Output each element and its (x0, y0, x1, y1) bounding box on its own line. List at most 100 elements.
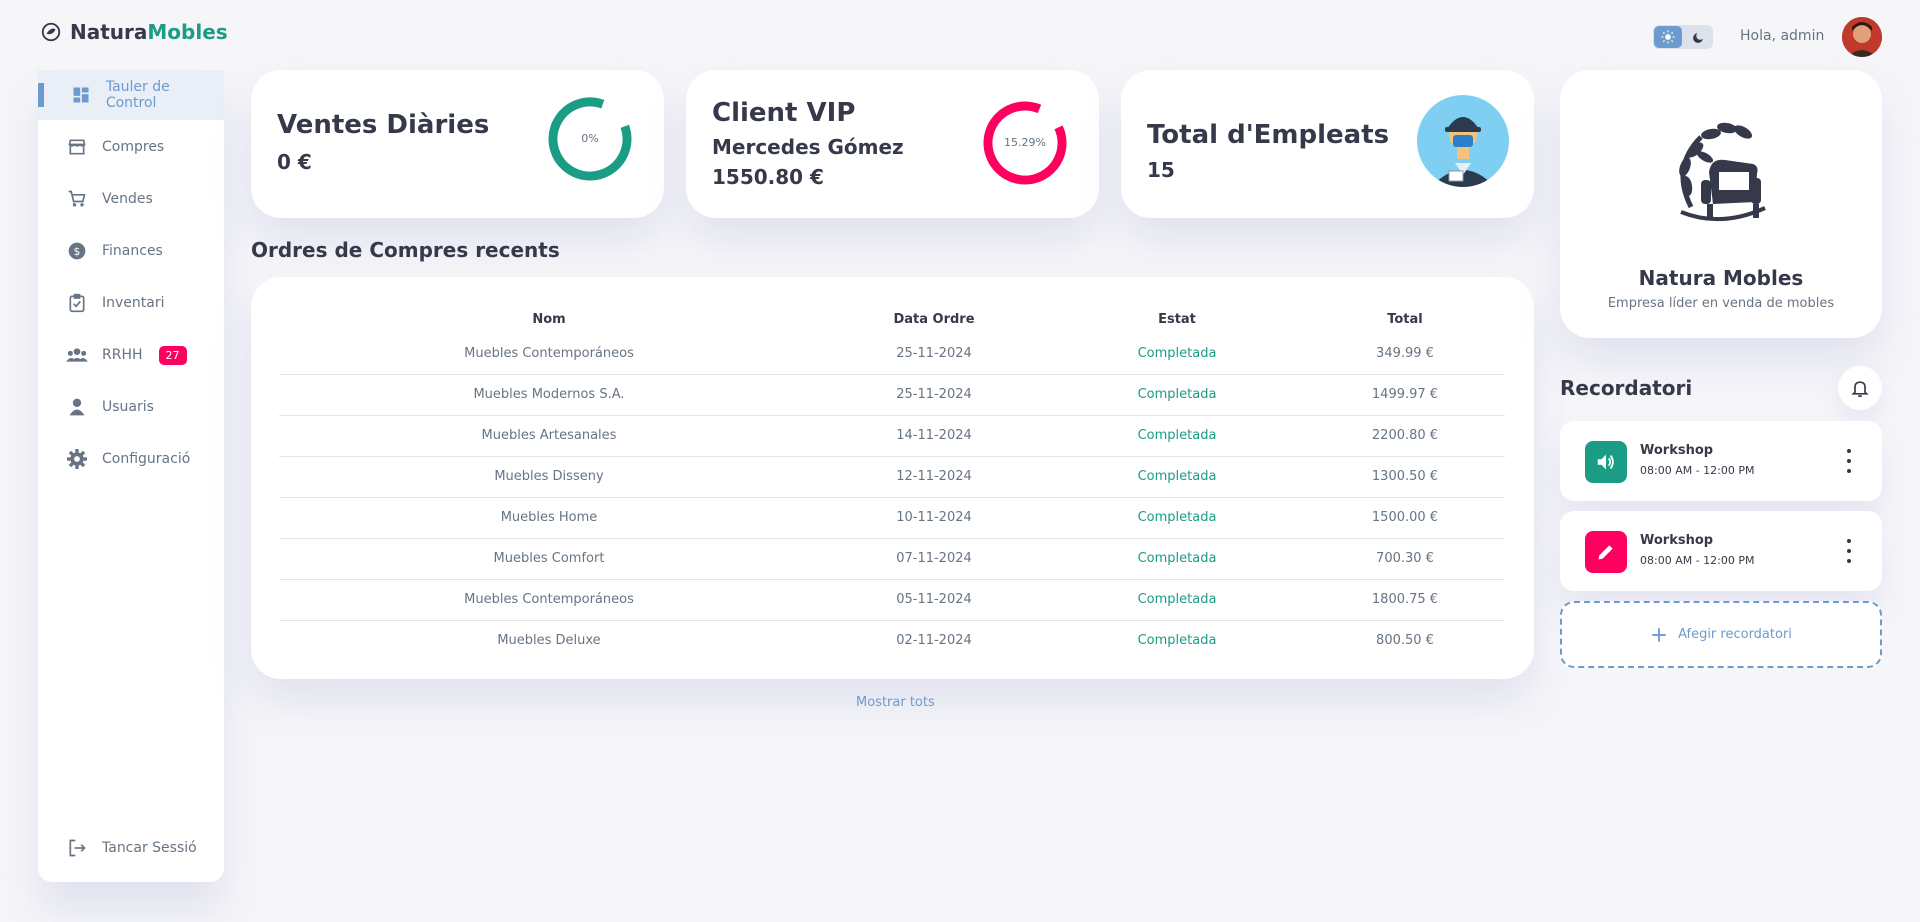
reminders-title: Recordatori (1560, 376, 1693, 400)
brand-name: NaturaMobles (70, 20, 228, 44)
volume-icon (1585, 441, 1627, 483)
order-status: Completada (1049, 456, 1305, 498)
add-reminder-label: Afegir recordatori (1678, 627, 1792, 642)
more-options-icon[interactable] (1846, 539, 1852, 563)
order-name: Muebles Modernos S.A. (279, 374, 819, 416)
sun-icon (1661, 30, 1675, 44)
order-date: 07-11-2024 (819, 538, 1049, 580)
dark-mode-button[interactable] (1684, 26, 1712, 48)
brand-logo[interactable]: NaturaMobles (40, 20, 228, 44)
sidebar-item-label: Usuaris (102, 399, 154, 415)
order-date: 25-11-2024 (819, 374, 1049, 416)
moon-icon (1692, 32, 1703, 43)
more-options-icon[interactable] (1846, 449, 1852, 473)
order-date: 12-11-2024 (819, 456, 1049, 498)
order-total: 1499.97 € (1305, 374, 1505, 416)
order-date: 14-11-2024 (819, 415, 1049, 457)
sidebar-item-label: Inventari (102, 295, 165, 311)
table-row[interactable]: Muebles Contemporáneos 25-11-2024 Completa… (279, 333, 1505, 375)
svg-text:$: $ (74, 245, 81, 258)
notification-badge: 27 (158, 345, 187, 365)
reminder-time: 08:00 AM - 12:00 PM (1640, 554, 1755, 567)
sidebar-item-sales[interactable]: Vendes (38, 174, 224, 224)
order-total: 2200.80 € (1305, 415, 1505, 457)
sidebar-item-users[interactable]: Usuaris (38, 382, 224, 432)
table-row[interactable]: Muebles Artesanales 14-11-2024 Completada 2… (279, 415, 1505, 457)
order-status: Completada (1049, 497, 1305, 539)
clipboard-check-icon (66, 292, 88, 314)
daily-sales-value: 0 € (277, 150, 312, 174)
user-avatar[interactable] (1842, 17, 1882, 57)
order-status: Completada (1137, 633, 1217, 649)
cart-icon (66, 188, 88, 210)
add-reminder-button[interactable]: Afegir recordatori (1560, 601, 1882, 668)
theme-toggle[interactable] (1653, 25, 1713, 49)
recent-orders-table: Nom Data Ordre Estat Total Muebles Conte… (279, 305, 1505, 661)
vip-client-name: Mercedes Gómez (712, 135, 904, 159)
brand-name-part1: Natura (70, 20, 148, 44)
light-mode-button[interactable] (1654, 26, 1682, 48)
table-row[interactable]: Muebles Contemporáneos 05-11-2024 Completa… (279, 579, 1505, 621)
reminder-name: Workshop (1640, 533, 1714, 548)
order-name: Muebles Contemporáneos (279, 579, 819, 621)
order-name: Muebles Contemporáneos (279, 333, 819, 375)
sidebar-item-label: Finances (102, 243, 163, 259)
daily-sales-percent: 0% (581, 132, 599, 145)
table-row[interactable]: Muebles Deluxe 02-11-2024 Completada 800.50… (279, 620, 1505, 661)
store-icon (66, 136, 88, 158)
profile-photo-icon (1842, 17, 1882, 57)
order-status: Completada (1049, 538, 1305, 580)
pencil-icon (1585, 531, 1627, 573)
gear-icon (66, 448, 88, 470)
notifications-button[interactable] (1838, 366, 1882, 410)
table-row[interactable]: Muebles Comfort 07-11-2024 Completada 700.3… (279, 538, 1505, 580)
company-description: Empresa líder en venda de mobles (1607, 296, 1835, 311)
sidebar-item-dashboard[interactable]: Tauler de Control (38, 70, 224, 120)
order-status: Completada (1049, 579, 1305, 621)
vip-client-card: Client VIP Mercedes Gómez 1550.80 € 15.2… (686, 70, 1099, 218)
dashboard-icon (70, 84, 92, 106)
table-header-row: Nom Data Ordre Estat Total (279, 305, 1505, 333)
table-row[interactable]: Muebles Home 10-11-2024 Completada 1500.00 … (279, 497, 1505, 539)
order-total: 800.50 € (1376, 633, 1434, 649)
show-all-link[interactable]: Mostrar tots (856, 695, 935, 710)
sidebar-item-label: Tancar Sessió (102, 840, 197, 856)
reminder-time: 08:00 AM - 12:00 PM (1640, 464, 1755, 477)
recent-orders-title: Ordres de Compres recents (251, 238, 560, 262)
sidebar-item-settings[interactable]: Configuració (38, 434, 224, 484)
company-name: Natura Mobles (1638, 266, 1804, 290)
table-row[interactable]: Muebles Disseny 12-11-2024 Completada 1300.… (279, 456, 1505, 498)
sidebar-item-inventory[interactable]: Inventari (38, 278, 224, 328)
table-row[interactable]: Muebles Modernos S.A. 25-11-2024 Completad… (279, 374, 1505, 416)
order-total: 700.30 € (1305, 538, 1505, 580)
column-header-date: Data Ordre (893, 311, 975, 327)
company-logo-icon (1661, 112, 1781, 232)
dollar-icon: $ (66, 240, 88, 262)
plus-icon (1652, 627, 1666, 642)
order-date: 02-11-2024 (896, 633, 972, 649)
order-total: 1500.00 € (1305, 497, 1505, 539)
sidebar-item-logout[interactable]: Tancar Sessió (38, 823, 224, 873)
sidebar-item-purchases[interactable]: Compres (38, 122, 224, 172)
order-status: Completada (1049, 415, 1305, 457)
order-name: Muebles Comfort (279, 538, 819, 580)
order-status: Completada (1049, 374, 1305, 416)
sidebar-item-finances[interactable]: $ Finances (38, 226, 224, 276)
vip-client-title: Client VIP (712, 98, 856, 128)
reminder-item[interactable]: Workshop 08:00 AM - 12:00 PM (1560, 421, 1882, 501)
sidebar-item-label: Vendes (102, 191, 153, 207)
order-date: 25-11-2024 (819, 333, 1049, 375)
order-name: Muebles Artesanales (279, 415, 819, 457)
order-total: 1800.75 € (1305, 579, 1505, 621)
sidebar-item-label: Configuració (102, 451, 191, 467)
order-name: Muebles Disseny (279, 456, 819, 498)
order-date: 05-11-2024 (819, 579, 1049, 621)
order-total: 349.99 € (1305, 333, 1505, 375)
recent-orders-card: Nom Data Ordre Estat Total Muebles Conte… (251, 277, 1534, 679)
company-card: Natura Mobles Empresa líder en venda de … (1560, 70, 1882, 338)
sidebar-item-label: Compres (102, 139, 165, 155)
sidebar-item-hr[interactable]: RRHH 27 (38, 330, 224, 380)
user-greeting: Hola, admin (1740, 28, 1825, 44)
reminder-item[interactable]: Workshop 08:00 AM - 12:00 PM (1560, 511, 1882, 591)
logout-icon (66, 837, 88, 859)
